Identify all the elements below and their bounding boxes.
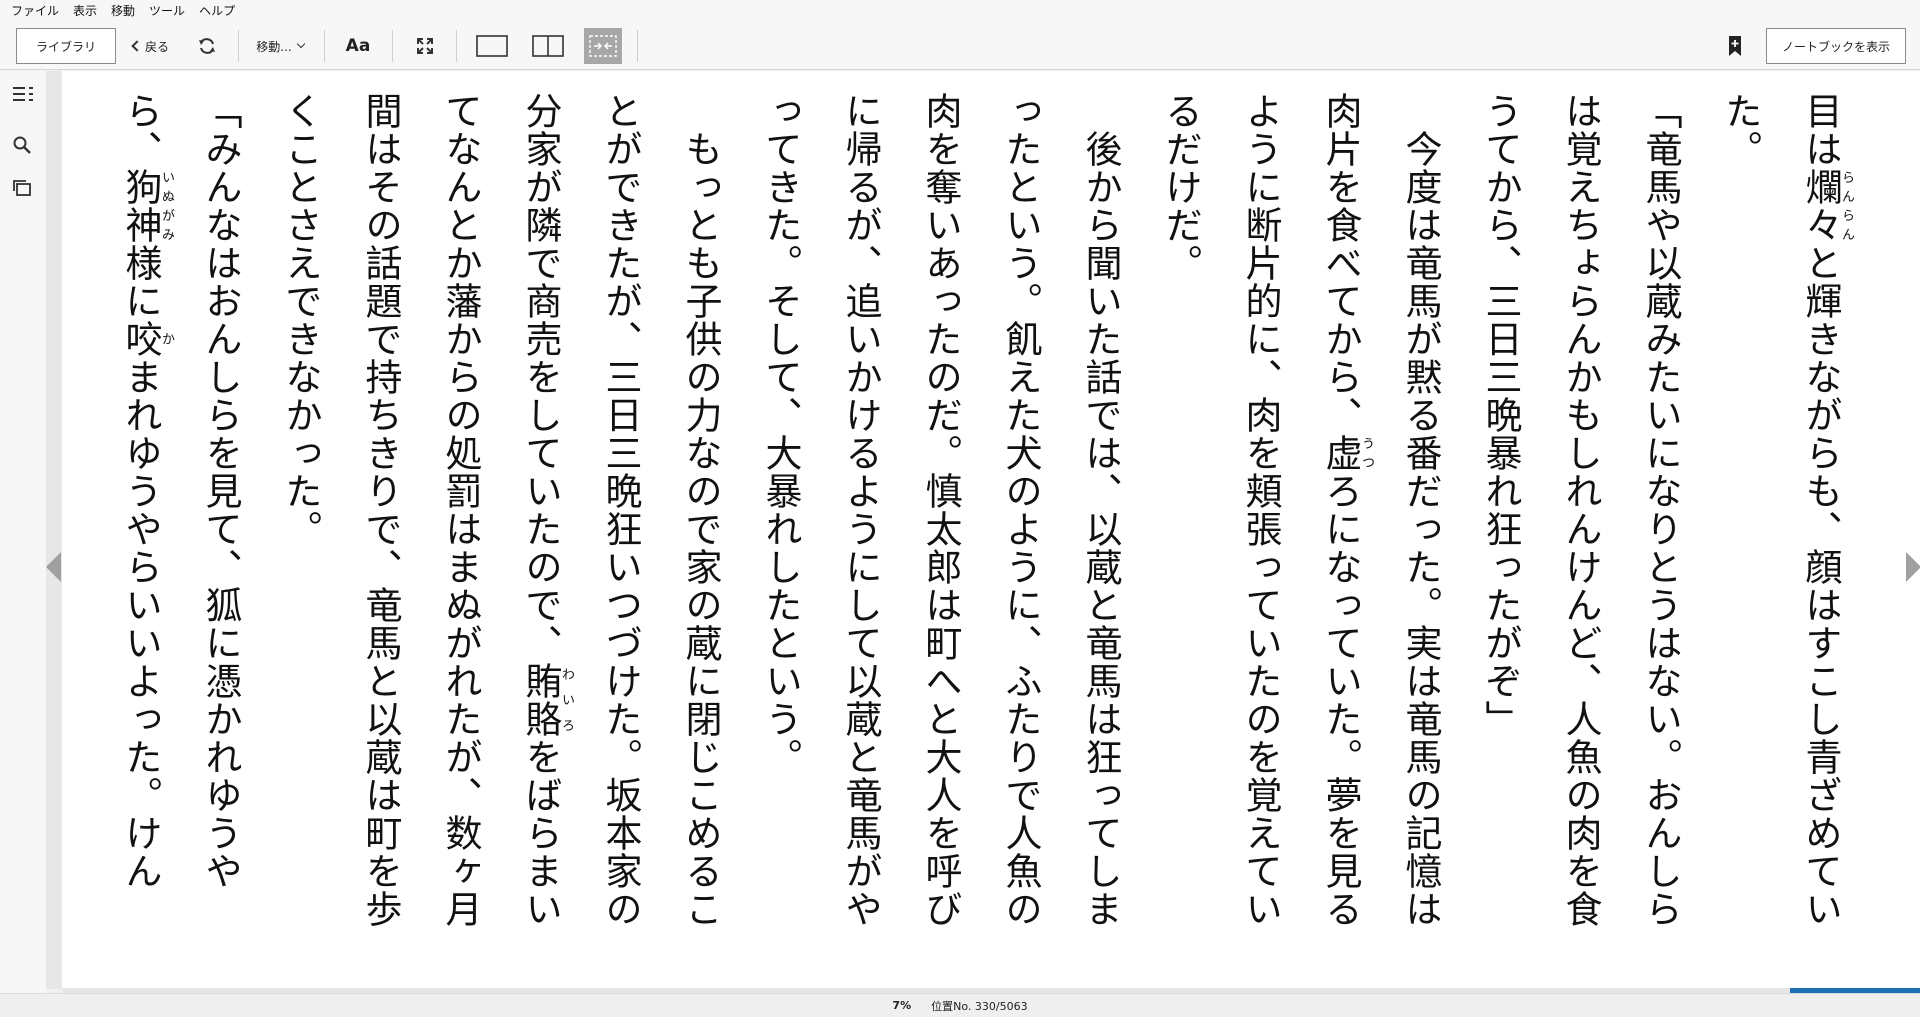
ruby-word: 爛々らんらん [1799, 168, 1854, 244]
page-gutter [46, 71, 62, 989]
status-bar: 7% 位置No. 330/5063 [0, 993, 1920, 1017]
font-settings-button[interactable]: Aa [340, 28, 376, 64]
bookmark-button[interactable] [1720, 28, 1750, 64]
menu-view[interactable]: 表示 [66, 0, 104, 22]
menu-bar: ファイル 表示 移動 ツール ヘルプ [0, 0, 1920, 22]
bookmark-icon [1729, 36, 1741, 56]
two-page-button[interactable] [526, 28, 570, 64]
two-page-icon [532, 35, 564, 57]
progress-percent: 7% [892, 999, 912, 1012]
sync-icon [199, 38, 215, 54]
flashcards-button[interactable] [12, 179, 34, 199]
fit-width-icon [589, 35, 617, 57]
toolbar: ライブラリ 戻る 移動... Aa ノートブックを表示 [0, 22, 1920, 70]
show-notebook-button[interactable]: ノートブックを表示 [1766, 28, 1906, 64]
search-button[interactable] [12, 135, 34, 155]
book-paragraph: 後から聞いた話では、以蔵と竜馬は狂ってしまったという。飢えた犬のように、ふたりで… [759, 92, 1122, 928]
chevron-down-icon [296, 39, 305, 49]
back-button[interactable]: 戻る [126, 28, 176, 64]
menu-go[interactable]: 移動 [104, 0, 142, 22]
single-page-button[interactable] [470, 28, 514, 64]
toolbar-divider [456, 30, 457, 62]
library-button[interactable]: ライブラリ [16, 28, 116, 64]
single-page-icon [476, 35, 508, 57]
side-rail [0, 71, 46, 993]
search-icon [13, 136, 31, 154]
menu-file[interactable]: ファイル [4, 0, 66, 22]
book-paragraph: 今度は竜馬が黙る番だった。実は竜馬の記憶は肉片を食べてから、虚うつろになっていた… [1159, 92, 1442, 928]
book-paragraph: もっとも子供の力なので家の蔵に閉じこめることができたが、三日三晩狂いつづけた。坂… [279, 92, 722, 928]
location-indicator: 位置No. 330/5063 [931, 999, 1028, 1013]
toolbar-divider [392, 30, 393, 62]
toolbar-divider [238, 30, 239, 62]
kindle-reader-window: ファイル 表示 移動 ツール ヘルプ ライブラリ 戻る 移動... Aa ノート… [0, 0, 1920, 1017]
ruby-word: 狗神いぬがみ [119, 168, 174, 244]
next-page-arrow-icon[interactable] [1906, 552, 1920, 582]
fit-width-button[interactable] [584, 28, 622, 64]
book-paragraph: 目は爛々らんらんと輝きながらも、顔はすこし青ざめていた。 [1719, 92, 1854, 928]
fullscreen-button[interactable] [408, 28, 442, 64]
book-paragraph: 「竜馬や以蔵みたいになりとうはない。おんしらは覚えちょらんかもしれんけんど、人魚… [1479, 92, 1682, 928]
previous-page-arrow-icon[interactable] [46, 552, 61, 582]
menu-tools[interactable]: ツール [142, 0, 192, 22]
goto-label: 移動... [256, 39, 292, 54]
toolbar-divider [637, 30, 638, 62]
ruby-word: 賄賂わいろ [519, 662, 574, 738]
toolbar-divider [324, 30, 325, 62]
flashcards-icon [13, 180, 31, 196]
menu-help[interactable]: ヘルプ [192, 0, 242, 22]
goto-dropdown[interactable]: 移動... [248, 28, 312, 64]
sync-button[interactable] [192, 28, 222, 64]
book-paragraph: 「みんなはおんしらを見て、狐に憑かれゆうやら、狗神いぬがみ様に咬かまれゆうやらい… [119, 92, 242, 890]
fullscreen-icon [417, 38, 433, 54]
back-label: 戻る [144, 39, 169, 54]
toc-icon [13, 87, 33, 101]
toc-button[interactable] [12, 85, 34, 105]
chevron-left-icon [131, 40, 143, 52]
book-text: 目は爛々らんらんと輝きながらも、顔はすこし青ざめていた。 「竜馬や以蔵みたいになり… [100, 92, 1860, 954]
ruby-word: 虚うつ [1319, 434, 1374, 472]
ruby-word: 咬か [119, 320, 174, 358]
